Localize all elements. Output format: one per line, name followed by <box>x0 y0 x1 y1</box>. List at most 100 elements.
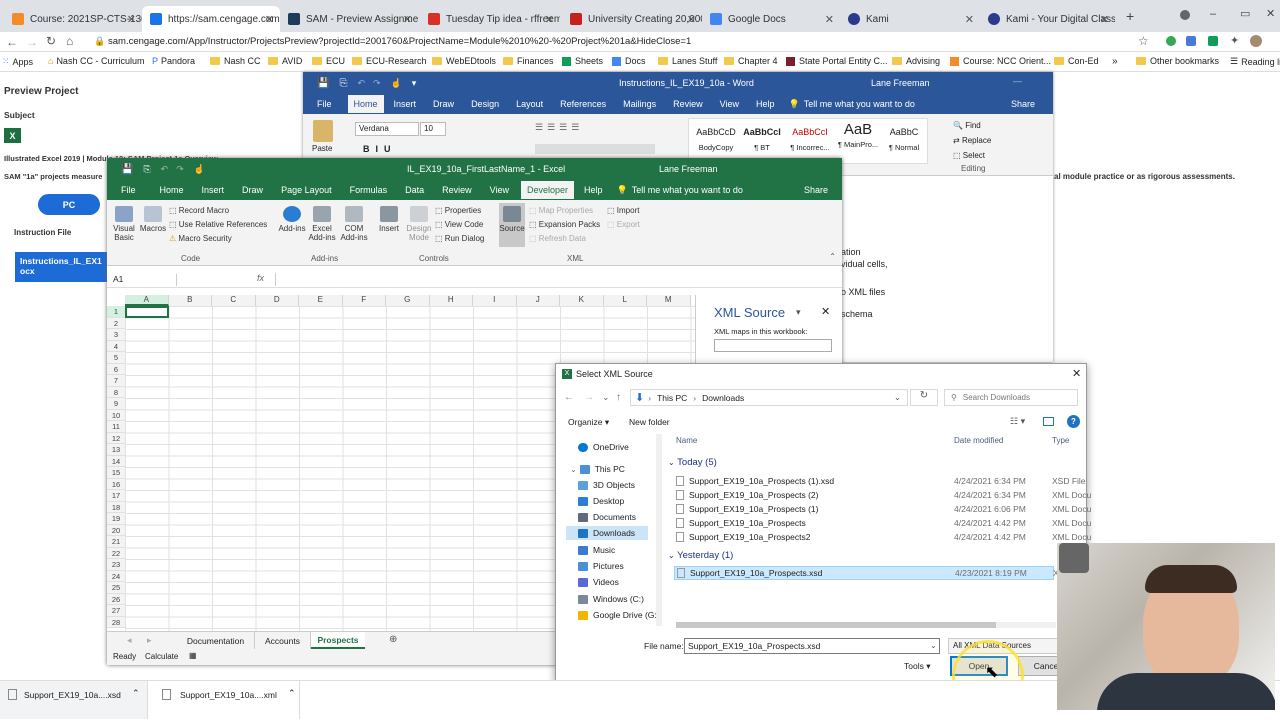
view-code-button[interactable]: ⬚ View Code <box>435 220 483 229</box>
bookmark-item[interactable]: State Portal Entity C... <box>786 56 888 66</box>
nav-this-pc[interactable]: ⌄ This PC <box>570 464 625 474</box>
forward-icon[interactable]: → <box>26 35 38 49</box>
address-path[interactable]: ⬇ › This PC › Downloads ⌄ <box>630 389 908 406</box>
nav-documents[interactable]: Documents <box>578 512 636 522</box>
nav-downloads[interactable]: Downloads <box>578 528 635 538</box>
browser-tab-active[interactable]: https://sam.cengage.com ✕ <box>142 6 280 32</box>
column-header-type[interactable]: Type <box>1052 436 1069 445</box>
tell-me-search[interactable]: Tell me what you want to do <box>632 185 743 195</box>
tell-me-search[interactable]: Tell me what you want to do <box>804 99 915 109</box>
refresh-icon[interactable]: ↻ <box>910 389 938 406</box>
column-header[interactable]: B <box>168 295 212 306</box>
help-icon[interactable]: ? <box>1067 415 1080 428</box>
instruction-file-link[interactable]: Instructions_IL_EX1 ocx <box>15 252 107 282</box>
list-item-selected[interactable]: Support_EX19_10a_Prospects.xsd 4/23/2021 … <box>674 566 1087 580</box>
excel-menu-help[interactable]: Help <box>584 185 603 195</box>
recent-locations-icon[interactable]: ⌄ <box>602 392 610 403</box>
row-header[interactable]: 26 <box>107 593 125 605</box>
word-menu-help[interactable]: Help <box>756 99 775 109</box>
bookmark-folder[interactable]: ECU-Research <box>352 56 427 66</box>
avatar[interactable] <box>1250 35 1262 47</box>
search-downloads-input[interactable]: ⚲ Search Downloads <box>944 389 1078 406</box>
browser-tab[interactable]: Tuesday Tip idea - rffreem ✕ <box>420 6 560 32</box>
row-header[interactable]: 1 <box>107 306 125 318</box>
import-button[interactable]: ⬚ Import <box>607 206 639 215</box>
column-header[interactable]: K <box>560 295 604 306</box>
extension-icon[interactable] <box>1166 36 1176 46</box>
word-menu-home[interactable]: Home <box>347 95 384 113</box>
organize-button[interactable]: Organize ▾ <box>568 417 609 428</box>
row-header[interactable]: 10 <box>107 409 125 421</box>
bookmark-folder[interactable]: Advising <box>892 56 940 66</box>
bookmark-item[interactable]: Course: NCC Orient... <box>950 56 1051 66</box>
bookmark-folder[interactable]: WebEDtools <box>432 56 496 66</box>
url-field[interactable]: sam.cengage.com/App/Instructor/ProjectsP… <box>108 36 691 47</box>
browser-tab[interactable]: Kami ✕ <box>840 6 980 32</box>
extensions-puzzle-icon[interactable]: ✦ <box>1230 34 1239 47</box>
column-header[interactable]: D <box>255 295 299 306</box>
font-name-field[interactable]: Verdana <box>355 122 419 136</box>
more-bookmarks-icon[interactable]: » <box>1112 56 1118 67</box>
style-normal[interactable]: AaBbC ¶ Normal <box>881 127 927 152</box>
download-options-icon[interactable]: ⌃ <box>288 688 296 699</box>
insert-control-button[interactable]: Insert <box>375 206 403 233</box>
browser-tab[interactable]: Course: 2021SP-CTS-130- ✕ <box>4 6 142 32</box>
word-share-button[interactable]: Share <box>1011 99 1035 109</box>
row-header[interactable]: 16 <box>107 478 125 490</box>
column-header[interactable]: E <box>299 295 343 306</box>
file-name-dropdown-icon[interactable]: ⌄ <box>930 641 937 650</box>
column-header[interactable]: G <box>386 295 430 306</box>
select-button[interactable]: ⬚ Select <box>953 148 991 163</box>
active-cell-a1[interactable] <box>125 306 169 318</box>
column-header[interactable]: H <box>429 295 473 306</box>
list-item[interactable]: Support_EX19_10a_Prospects2 4/24/2021 4:4… <box>676 530 1091 544</box>
pc-button[interactable]: PC <box>38 194 100 215</box>
path-downloads[interactable]: Downloads <box>702 393 744 403</box>
nav-3d-objects[interactable]: 3D Objects <box>578 480 635 490</box>
view-options-icon[interactable]: ☷ ▾ <box>1010 416 1025 427</box>
formula-input[interactable] <box>275 273 835 286</box>
row-header[interactable]: 14 <box>107 455 125 467</box>
bookmark-item[interactable]: ⌂ Nash CC - Curriculum <box>48 56 144 66</box>
undo-icon[interactable]: ↶ <box>161 164 169 175</box>
extension-icon[interactable] <box>1186 36 1196 46</box>
row-header[interactable]: 12 <box>107 432 125 444</box>
close-tab-icon[interactable]: ✕ <box>403 13 412 26</box>
back-icon[interactable]: ← <box>6 35 18 49</box>
column-header[interactable]: F <box>342 295 386 306</box>
browser-tab[interactable]: University Creating 20,000 ✕ <box>562 6 702 32</box>
add-ins-button[interactable]: Add-ins <box>277 206 307 233</box>
nav-pictures[interactable]: Pictures <box>578 561 624 571</box>
redo-icon[interactable]: ↷ <box>373 78 381 89</box>
excel-menu-formulas[interactable]: Formulas <box>350 185 388 195</box>
bookmark-item[interactable]: Sheets <box>562 56 603 66</box>
column-header[interactable]: C <box>212 295 256 306</box>
scroll-right-icon[interactable]: ▸ <box>147 635 152 646</box>
com-add-ins-button[interactable]: COM Add-ins <box>339 206 369 242</box>
replace-button[interactable]: ⇄ Replace <box>953 133 991 148</box>
row-header[interactable]: 21 <box>107 536 125 548</box>
sheet-tab-prospects[interactable]: Prospects <box>311 632 365 649</box>
group-yesterday[interactable]: ⌄ Yesterday (1) <box>668 550 733 561</box>
home-icon[interactable]: ⌂ <box>66 34 73 48</box>
row-header[interactable]: 15 <box>107 467 125 479</box>
save-icon[interactable]: 💾 <box>121 164 133 175</box>
row-header[interactable]: 6 <box>107 363 125 375</box>
row-header[interactable]: 24 <box>107 570 125 582</box>
row-header[interactable]: 20 <box>107 524 125 536</box>
column-header[interactable]: I <box>473 295 517 306</box>
row-header[interactable]: 4 <box>107 340 125 352</box>
word-menu-review[interactable]: Review <box>673 99 703 109</box>
up-icon[interactable]: ↑ <box>616 392 621 403</box>
browser-tab[interactable]: SAM - Preview Assignment ✕ <box>280 6 418 32</box>
row-header[interactable]: 2 <box>107 317 125 329</box>
excel-menu-insert[interactable]: Insert <box>202 185 225 195</box>
word-menu-design[interactable]: Design <box>471 99 499 109</box>
bookmark-item[interactable]: Docs <box>612 56 646 66</box>
back-icon[interactable]: ← <box>564 392 574 403</box>
touch-mode-icon[interactable]: ☝ <box>194 164 205 175</box>
row-header[interactable]: 27 <box>107 605 125 617</box>
word-menu-insert[interactable]: Insert <box>394 99 417 109</box>
alignment-buttons[interactable] <box>535 144 655 154</box>
bookmark-apps[interactable]: ⁙ Apps <box>2 56 33 67</box>
